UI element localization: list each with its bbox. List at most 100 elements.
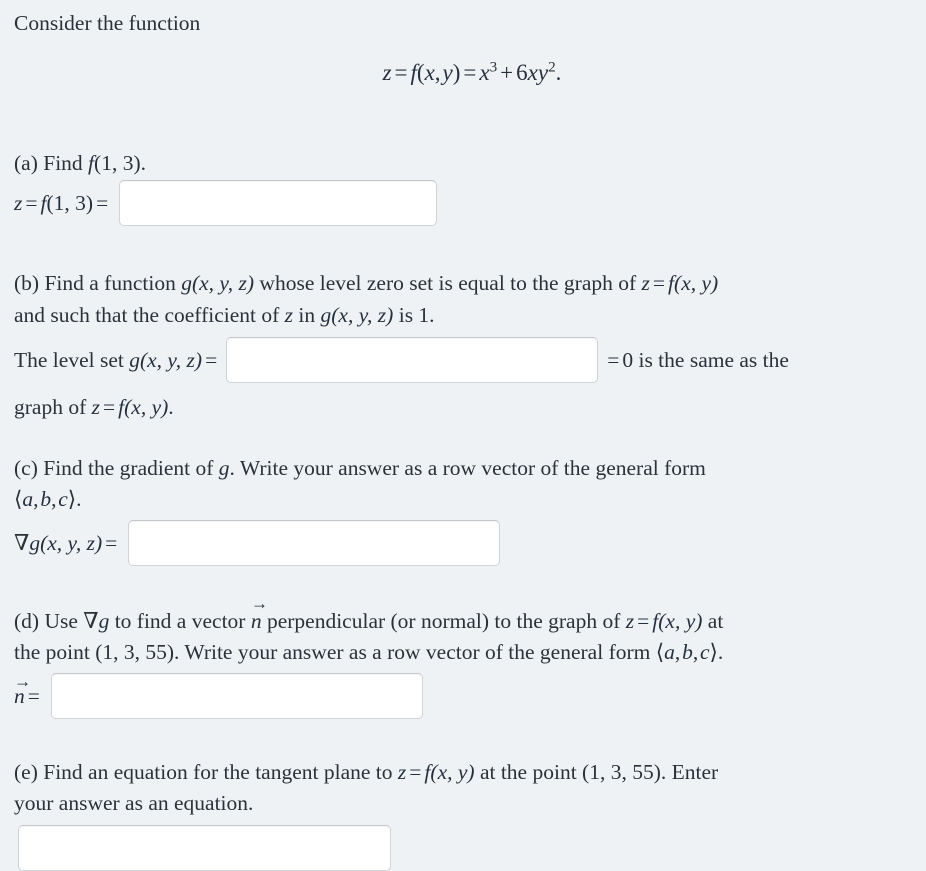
eq-x-term: x [527, 60, 538, 85]
part-d-l1-eq: = [637, 609, 650, 633]
part-b-line-1: (b) Find a function g(x, y, z) whose lev… [14, 268, 789, 299]
part-b-tail-eq: = [103, 395, 116, 419]
part-e-answer-row [14, 825, 718, 871]
part-a-answer-input[interactable] [119, 180, 438, 226]
part-c-line-2: ⟨a, b, c⟩. [14, 484, 706, 515]
part-b-trail-text: 0 is the same as the [622, 347, 789, 372]
eq-equals-2: = [463, 60, 477, 85]
eq-period: . [555, 60, 562, 85]
display-equation-section: z = f(x, y) = x3 +6xy2. [0, 58, 926, 86]
part-e-answer-input[interactable] [18, 825, 391, 871]
part-b-answer-label: The level set g(x, y, z) = [14, 348, 220, 373]
part-e-l1-post: at the point (1, 3, 55). Enter [474, 760, 719, 784]
part-b-tail-fargs: (x, y) [124, 395, 169, 419]
worksheet-page: Consider the function z = f(x, y) = x3 +6xy2.… [0, 0, 926, 871]
eq-y-squared-base: y [537, 60, 549, 85]
eq-six: 6 [516, 60, 528, 85]
eq-x-cubed-base: x [479, 60, 490, 85]
part-b-lead-gargs: (x, y, z) [139, 347, 203, 372]
part-c-equals: = [105, 531, 118, 555]
part-c-line-1: (c) Find the gradient of g. Write your a… [14, 453, 706, 484]
part-a-answer-row: z = f(1, 3) = [14, 180, 438, 226]
part-d-answer-label: → n = [14, 673, 43, 709]
part-b-tail-pre: graph of [14, 395, 92, 419]
eq-y: y [442, 60, 453, 85]
part-d-comma-2: , [692, 640, 699, 664]
part-e-section: (e) Find an equation for the tangent pla… [0, 757, 732, 871]
part-b-l2-mid: in [293, 303, 321, 327]
eq-plus: + [500, 60, 514, 85]
part-d-l1-mid2: perpendicular (or normal) to the graph o… [261, 609, 626, 633]
nabla-icon-d: ∇ [83, 608, 99, 633]
part-c-var-a: a [22, 487, 34, 511]
vector-n-inline: → n [251, 595, 268, 637]
eq-exponent-2: 2 [548, 58, 556, 76]
part-c-var-c: c [58, 487, 68, 511]
part-d-l1-pre: (d) Use [14, 609, 84, 633]
intro-text: Consider the function [14, 11, 201, 35]
vector-n-label: → n [14, 673, 31, 709]
part-d-line-2: the point (1, 3, 55). Write your answer … [14, 637, 723, 668]
part-e-l1-fargs: (x, y) [430, 760, 475, 784]
part-c-section: (c) Find the gradient of g. Write your a… [0, 453, 720, 566]
part-c-answer-label: ∇g(x, y, z) = [14, 530, 120, 556]
part-e-l1-pre: (e) Find an equation for the tangent pla… [14, 760, 398, 784]
part-b-l2-g: g [320, 303, 332, 327]
part-a-prompt-args: (1, 3). [94, 151, 146, 175]
part-b-tail-z: z [91, 395, 100, 419]
part-a-answer-label: z = f(1, 3) = [14, 191, 111, 216]
part-d-line-1: (d) Use ∇g to find a vector → n perpendic… [14, 595, 723, 637]
part-d-answer-input[interactable] [50, 673, 423, 719]
part-d-angle-close: ⟩ [709, 640, 718, 664]
part-a-prompt: (a) Find f(1, 3). [14, 148, 437, 178]
display-equation: z = f(x, y) = x3 +6xy2. [0, 58, 926, 86]
part-c-g: g [29, 531, 41, 555]
part-b-l1-gargs: (x, y, z) [191, 271, 255, 295]
part-b-answer-trail: = 0 is the same as the [604, 348, 789, 373]
part-a-prompt-pre: (a) Find [14, 151, 89, 175]
part-b-l1-mid: whose level zero set is equal to the gra… [254, 271, 642, 295]
part-d-l1-fargs: (x, y) [658, 609, 703, 633]
eq-z: z [382, 60, 392, 85]
part-b-answer-row: The level set g(x, y, z) = = 0 is the same… [14, 337, 789, 383]
part-a-equals-2: = [96, 190, 109, 215]
eq-comma: , [434, 60, 441, 85]
part-e-line-2: your answer as an equation. [14, 791, 254, 815]
part-d-l1-g: g [98, 609, 110, 633]
part-d-period: . [717, 640, 724, 664]
part-c-answer-input[interactable] [128, 520, 501, 566]
part-a-args: (1, 3) [46, 190, 94, 215]
part-d-comma-1: , [674, 640, 681, 664]
part-d-var-a: a [664, 640, 675, 664]
part-b-l2-gargs: (x, y, z) [331, 303, 394, 327]
part-b-section: (b) Find a function g(x, y, z) whose lev… [0, 268, 803, 423]
part-b-l1-eq: = [652, 271, 666, 295]
part-d-l1-z: z [625, 609, 635, 633]
eq-x: x [424, 60, 435, 85]
part-c-comma-2: , [51, 487, 57, 511]
part-b-l1-pre: (b) Find a function [14, 271, 182, 295]
part-e-line-1: (e) Find an equation for the tangent pla… [14, 757, 718, 788]
part-d-l1-mid: to find a vector [109, 609, 251, 633]
part-b-answer-input[interactable] [226, 337, 599, 383]
eq-equals-1: = [394, 60, 408, 85]
part-c-angle-close: ⟩ [67, 487, 77, 511]
part-d-answer-row: → n = [14, 673, 723, 719]
part-d-section: (d) Use ∇g to find a vector → n perpendic… [0, 595, 737, 719]
part-c-var-b: b [40, 487, 52, 511]
part-b-trail-equals: = [607, 347, 620, 372]
part-d-l2-pre: the point (1, 3, 55). Write your answer … [14, 640, 656, 664]
part-c-l1-post: . Write your answer as a row vector of t… [229, 456, 706, 480]
vector-arrow-icon: → [14, 671, 32, 691]
part-e-l1-eq: = [409, 760, 422, 784]
nabla-icon: ∇ [14, 530, 30, 555]
part-b-tail-period: . [168, 395, 174, 419]
part-b-l2-pre: and such that the coefficient of [14, 303, 285, 327]
part-b-lead-g: g [129, 347, 140, 372]
part-b-l1-g: g [181, 271, 192, 295]
part-b-l2-post: is 1. [393, 303, 435, 327]
part-d-angle-open: ⟨ [655, 640, 665, 664]
vector-arrow-icon-inline: → [250, 594, 269, 614]
part-d-var-b: b [682, 640, 693, 664]
part-c-answer-row: ∇g(x, y, z) = [14, 520, 706, 566]
